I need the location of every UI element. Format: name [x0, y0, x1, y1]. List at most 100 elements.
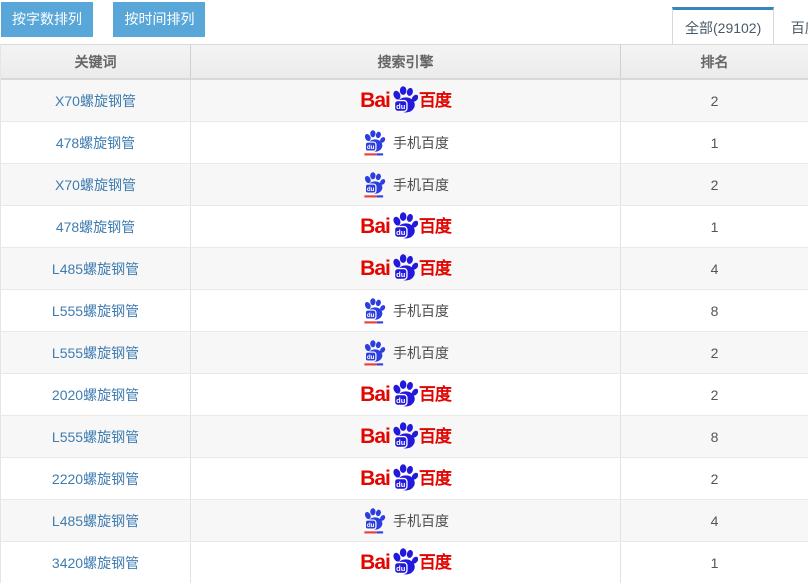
mobile-baidu-label: 手机百度: [393, 301, 449, 321]
rank-value: 2: [711, 345, 719, 361]
rank-value: 2: [711, 93, 719, 109]
mobile-baidu-label: 手机百度: [393, 175, 449, 195]
rank-value: 1: [711, 135, 719, 151]
baidu-logo-bai-text: Bai: [360, 552, 390, 573]
keyword-link[interactable]: L555螺旋钢管: [52, 343, 139, 363]
table-row: L555螺旋钢管 Bai du 百度 8: [1, 416, 808, 458]
mobile-baidu-engine: du 手机百度: [362, 298, 449, 324]
mobile-baidu-label: 手机百度: [393, 133, 449, 153]
mobile-baidu-icon: du: [362, 298, 386, 324]
sort-by-time-button[interactable]: 按时间排列: [113, 2, 205, 37]
baidu-logo: Bai du 百度: [360, 86, 451, 115]
baidu-logo-cn-text: 百度: [419, 218, 451, 235]
baidu-logo-bai-text: Bai: [360, 384, 390, 405]
mobile-baidu-engine: du 手机百度: [362, 340, 449, 366]
table-header-row: 关键词 搜索引擎 排名: [1, 45, 808, 80]
svg-text:du: du: [367, 186, 375, 193]
engine-cell: Bai du 百度: [190, 416, 620, 457]
table-row: 478螺旋钢管 du 手机百度 1: [1, 122, 808, 164]
rank-value: 1: [711, 555, 719, 571]
engine-cell: Bai du 百度: [190, 248, 620, 289]
svg-text:du: du: [396, 102, 406, 111]
svg-text:du: du: [367, 144, 375, 151]
baidu-logo-bai-text: Bai: [360, 468, 390, 489]
svg-text:du: du: [396, 564, 406, 573]
baidu-logo: Bai du 百度: [360, 422, 451, 451]
rank-cell: 4: [620, 248, 808, 289]
table-row: 3420螺旋钢管 Bai du 百度 1: [1, 542, 808, 583]
table-row: 478螺旋钢管 Bai du 百度 1: [1, 206, 808, 248]
keyword-link[interactable]: X70螺旋钢管: [55, 175, 136, 195]
keyword-link[interactable]: 3420螺旋钢管: [52, 553, 139, 573]
header-rank: 排名: [620, 45, 808, 78]
keyword-link[interactable]: 2020螺旋钢管: [52, 385, 139, 405]
table-row: L555螺旋钢管 du 手机百度 8: [1, 290, 808, 332]
baidu-logo-bai-text: Bai: [360, 90, 390, 111]
keyword-link[interactable]: 478螺旋钢管: [56, 133, 135, 153]
baidu-logo: Bai du 百度: [360, 548, 451, 577]
keyword-link[interactable]: L485螺旋钢管: [52, 511, 139, 531]
keyword-cell: X70螺旋钢管: [1, 164, 190, 205]
baidu-paw-icon: du: [391, 86, 418, 113]
engine-cell: du 手机百度: [190, 290, 620, 331]
mobile-baidu-label: 手机百度: [393, 511, 449, 531]
mobile-baidu-engine: du 手机百度: [362, 130, 449, 156]
tab-baidu[interactable]: 百度: [779, 7, 808, 47]
rank-value: 8: [711, 303, 719, 319]
baidu-logo-cn-text: 百度: [419, 260, 451, 277]
baidu-logo: Bai du 百度: [360, 380, 451, 409]
mobile-baidu-icon: du: [362, 508, 386, 534]
keyword-link[interactable]: L485螺旋钢管: [52, 259, 139, 279]
mobile-baidu-label: 手机百度: [393, 343, 449, 363]
baidu-logo-bai-text: Bai: [360, 216, 390, 237]
rank-value: 4: [711, 513, 719, 529]
header-search-engine: 搜索引擎: [190, 45, 620, 78]
rank-cell: 2: [620, 374, 808, 415]
baidu-logo-bai-text: Bai: [360, 426, 390, 447]
engine-filter-tabs: 全部(29102) 百度: [672, 7, 808, 47]
keyword-link[interactable]: 2220螺旋钢管: [52, 469, 139, 489]
keyword-link[interactable]: 478螺旋钢管: [56, 217, 135, 237]
engine-cell: Bai du 百度: [190, 206, 620, 247]
keyword-cell: 478螺旋钢管: [1, 122, 190, 163]
svg-text:du: du: [396, 438, 406, 447]
baidu-logo-cn-text: 百度: [419, 386, 451, 403]
sort-by-chars-button[interactable]: 按字数排列: [1, 2, 93, 37]
rank-value: 2: [711, 387, 719, 403]
svg-text:du: du: [367, 312, 375, 319]
rank-cell: 1: [620, 122, 808, 163]
baidu-paw-icon: du: [391, 422, 418, 449]
svg-text:du: du: [367, 354, 375, 361]
engine-cell: du 手机百度: [190, 164, 620, 205]
mobile-baidu-icon: du: [362, 130, 386, 156]
keyword-cell: 2020螺旋钢管: [1, 374, 190, 415]
svg-text:du: du: [396, 480, 406, 489]
baidu-logo: Bai du 百度: [360, 212, 451, 241]
engine-cell: Bai du 百度: [190, 458, 620, 499]
keyword-cell: L555螺旋钢管: [1, 290, 190, 331]
keyword-rank-page: 按字数排列 按时间排列 全部(29102) 百度 关键词 搜索引擎 排名 X70…: [0, 0, 808, 583]
baidu-logo-cn-text: 百度: [419, 470, 451, 487]
keyword-cell: X70螺旋钢管: [1, 80, 190, 121]
baidu-logo: Bai du 百度: [360, 254, 451, 283]
rank-value: 8: [711, 429, 719, 445]
keyword-link[interactable]: L555螺旋钢管: [52, 427, 139, 447]
tab-all[interactable]: 全部(29102): [672, 7, 774, 47]
svg-text:du: du: [396, 270, 406, 279]
rank-value: 1: [711, 219, 719, 235]
baidu-paw-icon: du: [391, 464, 418, 491]
baidu-paw-icon: du: [391, 212, 418, 239]
header-keyword: 关键词: [1, 45, 190, 78]
keyword-link[interactable]: L555螺旋钢管: [52, 301, 139, 321]
baidu-logo-cn-text: 百度: [419, 554, 451, 571]
mobile-baidu-icon: du: [362, 172, 386, 198]
toolbar: 按字数排列 按时间排列: [1, 2, 205, 37]
keyword-cell: L555螺旋钢管: [1, 416, 190, 457]
table-row: L485螺旋钢管 du 手机百度 4: [1, 500, 808, 542]
baidu-logo-cn-text: 百度: [419, 428, 451, 445]
keyword-link[interactable]: X70螺旋钢管: [55, 91, 136, 111]
table-body: X70螺旋钢管 Bai du 百度 2 478螺旋钢管: [1, 80, 808, 583]
svg-text:du: du: [367, 522, 375, 529]
baidu-paw-icon: du: [391, 548, 418, 575]
rank-cell: 2: [620, 332, 808, 373]
